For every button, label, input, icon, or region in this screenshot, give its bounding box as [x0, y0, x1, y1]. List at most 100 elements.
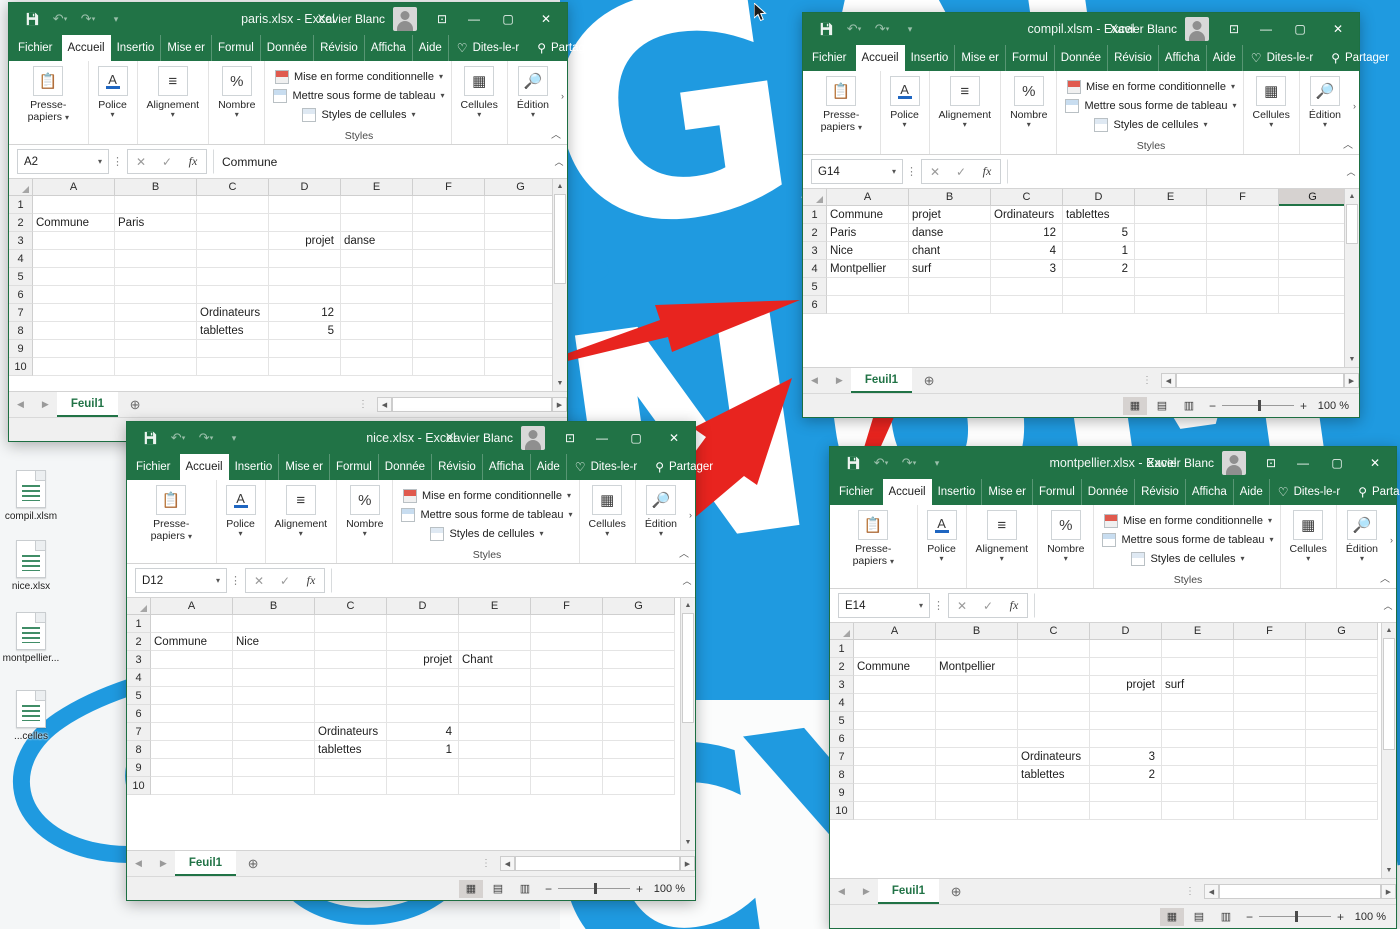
chevron-down-icon[interactable]: ▾ [892, 167, 896, 176]
chevron-down-icon[interactable]: ▾ [1306, 555, 1310, 563]
cell-C8[interactable]: tablettes [197, 322, 269, 340]
column-header-g[interactable]: G [485, 179, 552, 196]
cell-B3[interactable] [115, 232, 197, 250]
avatar[interactable] [521, 426, 545, 450]
chevron-down-icon[interactable]: ▾ [439, 72, 443, 81]
cell-C10[interactable] [197, 358, 269, 376]
cell-E8[interactable] [459, 741, 531, 759]
zoom-in-icon[interactable]: + [1300, 399, 1307, 413]
customize-qat-icon[interactable]: ▾ [103, 8, 129, 30]
ribbon-home[interactable]: 📋 Presse-papiers ▾ A Police ▾ ≡ Aligneme… [127, 480, 695, 564]
cell-G6[interactable] [1306, 730, 1378, 748]
column-header-e[interactable]: E [1162, 623, 1234, 640]
cell-F7[interactable] [1234, 748, 1306, 766]
title-bar[interactable]: ↶ ▾ ↷ ▾ ▾ montpellier.xlsx - Excel Xavier … [830, 447, 1396, 479]
collapse-ribbon-icon[interactable]: ︿ [1343, 136, 1353, 151]
column-header-d[interactable]: D [1063, 189, 1135, 206]
group-alignment[interactable]: ≡ Alignement ▾ [266, 480, 338, 563]
redo-icon[interactable]: ↷ ▾ [75, 8, 101, 30]
cell-D2[interactable]: 5 [1063, 224, 1135, 242]
cell-E5[interactable] [341, 268, 413, 286]
cell-C5[interactable] [1018, 712, 1090, 730]
desktop-icon-celles[interactable]: ...celles [2, 690, 60, 742]
close-button[interactable]: ✕ [525, 3, 567, 35]
row-header-1[interactable]: 1 [803, 206, 827, 224]
cell-B5[interactable] [115, 268, 197, 286]
column-headers[interactable]: ABCDEFG [830, 623, 1381, 640]
cell-F4[interactable] [1234, 694, 1306, 712]
cell-F2[interactable] [1207, 224, 1279, 242]
next-sheet-icon[interactable]: ▶ [836, 375, 843, 386]
cell-E8[interactable] [341, 322, 413, 340]
cell-D1[interactable]: tablettes [1063, 206, 1135, 224]
grid-rows[interactable]: 1 2 Commune Montpellier 3 projet surf 4 5 6 7 Ordin… [830, 640, 1381, 878]
vertical-scroll-thumb[interactable] [554, 194, 566, 284]
vertical-scroll-track[interactable] [1382, 750, 1396, 863]
sheet-tab-bar[interactable]: ◀ ▶ Feuil1 ⊕ ⋮ ◀ ▶ [830, 878, 1396, 904]
scroll-up-icon[interactable]: ▲ [1382, 623, 1396, 638]
save-icon[interactable] [137, 427, 163, 449]
chevron-down-icon[interactable]: ▾ [567, 491, 571, 500]
font-icon[interactable]: A [97, 66, 128, 96]
cell-E2[interactable] [341, 214, 413, 232]
title-bar[interactable]: ↶ ▾ ↷ ▾ ▾ paris.xlsx - Excel Xavier Blanc … [9, 3, 567, 35]
row-header-4[interactable]: 4 [127, 669, 151, 687]
scroll-right-icon[interactable]: ▶ [680, 856, 695, 871]
row-header-8[interactable]: 8 [127, 741, 151, 759]
cell-E7[interactable] [1162, 748, 1234, 766]
cell-C10[interactable] [315, 777, 387, 795]
conditional-formatting-item[interactable]: Mise en forme conditionnelle ▾ [274, 67, 443, 86]
cell-B9[interactable] [233, 759, 315, 777]
chevron-down-icon[interactable]: ▾ [1270, 535, 1274, 544]
cell-F4[interactable] [531, 669, 603, 687]
cell-C1[interactable] [315, 615, 387, 633]
title-bar[interactable]: ↶ ▾ ↷ ▾ ▾ nice.xlsx - Excel Xavier Blanc ⊡… [127, 422, 695, 454]
expand-formula-bar-icon[interactable]: ︿ [551, 149, 567, 174]
cell-G1[interactable] [603, 615, 675, 633]
cell-F8[interactable] [531, 741, 603, 759]
zoom-control[interactable]: − + 100 % [1209, 399, 1359, 413]
horizontal-scroll-thumb[interactable] [1176, 373, 1344, 388]
cell-G4[interactable] [1279, 260, 1344, 278]
column-header-f[interactable]: F [531, 598, 603, 615]
cell-B7[interactable] [233, 723, 315, 741]
sheet-nav-arrows[interactable]: ◀ ▶ [9, 392, 57, 417]
scroll-left-icon[interactable]: ◀ [500, 856, 515, 871]
scroll-left-icon[interactable]: ◀ [1161, 373, 1176, 388]
scroll-left-icon[interactable]: ◀ [377, 397, 392, 412]
group-font[interactable]: A Police ▾ [918, 505, 967, 588]
cancel-entry-icon[interactable]: ✕ [246, 574, 272, 588]
chevron-down-icon[interactable]: ▾ [903, 121, 907, 129]
row-header-7[interactable]: 7 [9, 304, 33, 322]
group-styles[interactable]: Mise en forme conditionnelle ▾ Mettre so… [1094, 505, 1281, 588]
worksheet[interactable]: ABCDEFG 1 2 Commune Montpellier 3 projet surf 4… [830, 623, 1396, 878]
cell-D3[interactable]: projet [387, 651, 459, 669]
cell-B8[interactable] [936, 766, 1018, 784]
column-header-g[interactable]: G [1279, 189, 1344, 206]
sheet-tab-feuil1[interactable]: Feuil1 [877, 879, 940, 904]
column-header-a[interactable]: A [854, 623, 936, 640]
undo-icon[interactable]: ↶ ▾ [841, 18, 867, 40]
cell-G3[interactable] [485, 232, 552, 250]
cell-D1[interactable] [387, 615, 459, 633]
conditional-formatting-item[interactable]: Mise en forme conditionnelle ▾ [1066, 77, 1235, 96]
cell-B4[interactable] [936, 694, 1018, 712]
cell-C4[interactable] [315, 669, 387, 687]
cell-D10[interactable] [1090, 802, 1162, 820]
previous-sheet-icon[interactable]: ◀ [135, 858, 142, 869]
formula-bar-handle[interactable]: ⋮ [109, 149, 127, 174]
cell-B1[interactable] [115, 196, 197, 214]
close-button[interactable]: ✕ [1317, 13, 1359, 45]
row-header-7[interactable]: 7 [830, 748, 854, 766]
percent-icon[interactable]: % [1013, 76, 1044, 106]
cell-F1[interactable] [531, 615, 603, 633]
percent-icon[interactable]: % [1050, 510, 1081, 540]
next-sheet-icon[interactable]: ▶ [160, 858, 167, 869]
cell-E3[interactable]: surf [1162, 676, 1234, 694]
cell-C5[interactable] [197, 268, 269, 286]
cell-B5[interactable] [936, 712, 1018, 730]
page-layout-view-icon[interactable]: ▤ [1150, 397, 1174, 415]
row-header-10[interactable]: 10 [830, 802, 854, 820]
scroll-right-icon[interactable]: ▶ [1381, 884, 1396, 899]
redo-icon[interactable]: ↷ ▾ [869, 18, 895, 40]
